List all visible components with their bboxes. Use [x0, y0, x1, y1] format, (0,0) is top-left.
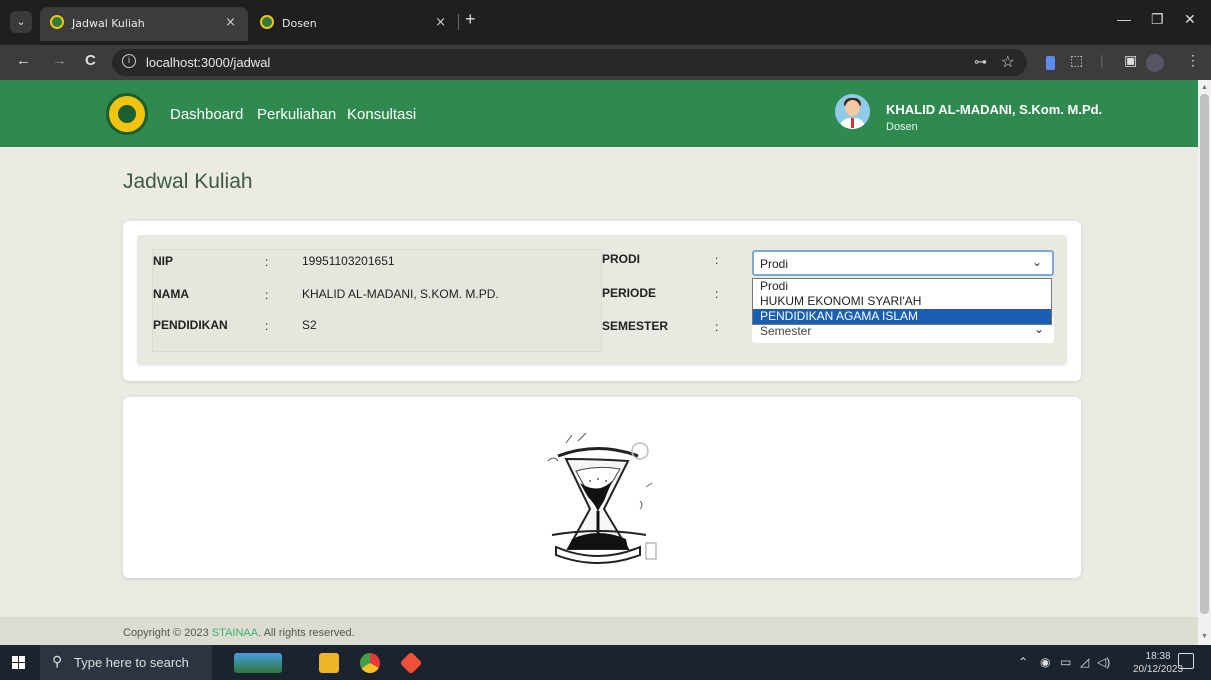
profile-avatar-icon[interactable] [1146, 54, 1164, 72]
schedule-card [123, 397, 1081, 578]
tab-close-icon[interactable]: × [225, 15, 236, 30]
prodi-select-value: Prodi [760, 257, 789, 271]
search-placeholder: Type here to search [74, 655, 189, 670]
prodi-label: PRODI [602, 252, 641, 266]
windows-taskbar: ⚲ Type here to search ⌃ ◉ ▭ ◿ ◁) 18:38 2… [0, 645, 1211, 680]
volume-icon[interactable]: ◁) [1097, 655, 1110, 669]
favicon-icon [50, 15, 64, 29]
colon: : [265, 319, 269, 333]
search-icon: ⚲ [52, 653, 63, 669]
taskbar-search[interactable]: ⚲ Type here to search [40, 645, 212, 680]
nip-label: NIP [153, 254, 174, 268]
prodi-select[interactable]: Prodi ⌄ [752, 250, 1054, 276]
scrollbar-thumb[interactable] [1200, 94, 1209, 614]
chevron-down-icon: ⌄ [1031, 255, 1042, 269]
side-panel-icon[interactable]: ▣ [1124, 52, 1137, 69]
browser-window: ⌄ Jadwal Kuliah × Dosen × + — ❐ ✕ ← → C … [0, 0, 1211, 645]
close-window-button[interactable]: ✕ [1184, 11, 1196, 28]
clock-time: 18:38 [1145, 651, 1171, 662]
colon: : [715, 320, 719, 334]
prodi-option[interactable]: Prodi [753, 279, 1051, 294]
system-clock[interactable]: 18:38 20/12/2023 [1133, 650, 1183, 676]
colon: : [265, 255, 269, 269]
page-title: Jadwal Kuliah [123, 170, 253, 193]
git-icon[interactable] [399, 651, 423, 675]
semester-select-value: Semester [760, 324, 812, 338]
forward-button[interactable]: → [52, 52, 67, 69]
site-info-icon[interactable]: i [122, 54, 136, 68]
footer-brand-link[interactable]: STAINAA [212, 627, 258, 639]
page-footer: Copyright © 2023 STAINAA. All rights res… [0, 617, 1198, 645]
favicon-icon [260, 15, 274, 29]
back-button[interactable]: ← [16, 52, 31, 69]
address-bar[interactable]: i localhost:3000/jadwal ⊶ ☆ [112, 49, 1027, 76]
new-tab-button[interactable]: + [465, 9, 476, 30]
clock-date: 20/12/2023 [1133, 664, 1184, 675]
colon: : [715, 253, 719, 267]
user-role: Dosen [886, 121, 918, 133]
tray-overflow-icon[interactable]: ⌃ [1018, 655, 1028, 669]
pendidikan-value: S2 [302, 318, 317, 332]
restore-button[interactable]: ❐ [1151, 11, 1164, 28]
browser-menu-icon[interactable]: ⋮ [1186, 52, 1200, 69]
nav-perkuliahan[interactable]: Perkuliahan [257, 106, 336, 123]
bookmark-star-icon[interactable]: ☆ [1001, 52, 1015, 72]
lecturer-info-box: NIP : 19951103201651 NAMA : KHALID AL-MA… [152, 249, 602, 352]
user-avatar[interactable] [835, 94, 870, 129]
browser-toolbar: ← → C i localhost:3000/jadwal ⊶ ☆ ⬚ | ▣ … [0, 45, 1211, 80]
tab-jadwal-kuliah[interactable]: Jadwal Kuliah × [40, 7, 248, 41]
nav-konsultasi[interactable]: Konsultasi [347, 106, 416, 123]
scroll-up-icon[interactable]: ▲ [1201, 84, 1208, 91]
notification-icon[interactable] [1178, 653, 1194, 669]
reload-button[interactable]: C [85, 52, 96, 69]
periode-label: PERIODE [602, 286, 657, 300]
weather-widget-icon[interactable] [234, 653, 282, 673]
page-scrollbar[interactable]: ▲ ▼ [1198, 80, 1211, 645]
top-navbar: Dashboard Perkuliahan Konsultasi KHALID … [0, 80, 1198, 147]
minimize-button[interactable]: — [1117, 11, 1131, 27]
file-explorer-icon[interactable] [319, 653, 339, 673]
tab-title: Dosen [282, 17, 317, 30]
tab-dosen[interactable]: Dosen × [250, 7, 458, 41]
tray-app-icon[interactable]: ◉ [1040, 655, 1050, 669]
nama-value: KHALID AL-MADANI, S.KOM. M.PD. [302, 287, 499, 301]
campus-logo[interactable] [106, 93, 148, 135]
pendidikan-label: PENDIDIKAN [153, 318, 228, 332]
network-icon[interactable]: ◿ [1080, 655, 1089, 669]
page-viewport: Dashboard Perkuliahan Konsultasi KHALID … [0, 80, 1198, 645]
tab-strip: ⌄ Jadwal Kuliah × Dosen × + — ❐ ✕ [0, 0, 1211, 45]
colon: : [265, 288, 269, 302]
toolbar-divider: | [1100, 52, 1104, 68]
prodi-option[interactable]: HUKUM EKONOMI SYARI'AH [753, 294, 1051, 309]
prodi-dropdown-list: Prodi HUKUM EKONOMI SYARI'AH PENDIDIKAN … [752, 278, 1052, 325]
prodi-option-highlighted[interactable]: PENDIDIKAN AGAMA ISLAM [753, 309, 1051, 324]
user-name: KHALID AL-MADANI, S.Kom. M.Pd. [886, 102, 1103, 117]
copyright-text: Copyright © 2023 STAINAA. All rights res… [123, 627, 355, 639]
extension-icon[interactable] [1046, 56, 1055, 70]
nama-label: NAMA [153, 287, 189, 301]
colon: : [715, 287, 719, 301]
tab-search-button[interactable]: ⌄ [10, 11, 32, 33]
tab-title: Jadwal Kuliah [72, 17, 145, 30]
scroll-down-icon[interactable]: ▼ [1201, 633, 1208, 640]
password-key-icon[interactable]: ⊶ [974, 54, 987, 70]
tab-close-icon[interactable]: × [435, 15, 446, 30]
nav-dashboard[interactable]: Dashboard [170, 106, 243, 123]
battery-icon[interactable]: ▭ [1060, 655, 1071, 669]
nip-value: 19951103201651 [302, 254, 395, 268]
extensions-puzzle-icon[interactable]: ⬚ [1070, 52, 1083, 69]
address-url[interactable]: localhost:3000/jadwal [146, 55, 270, 70]
chrome-icon[interactable] [360, 653, 380, 673]
windows-start-icon[interactable] [12, 656, 26, 670]
hourglass-empty-illustration [547, 432, 657, 564]
semester-label: SEMESTER [602, 319, 669, 333]
tab-separator [458, 14, 459, 30]
